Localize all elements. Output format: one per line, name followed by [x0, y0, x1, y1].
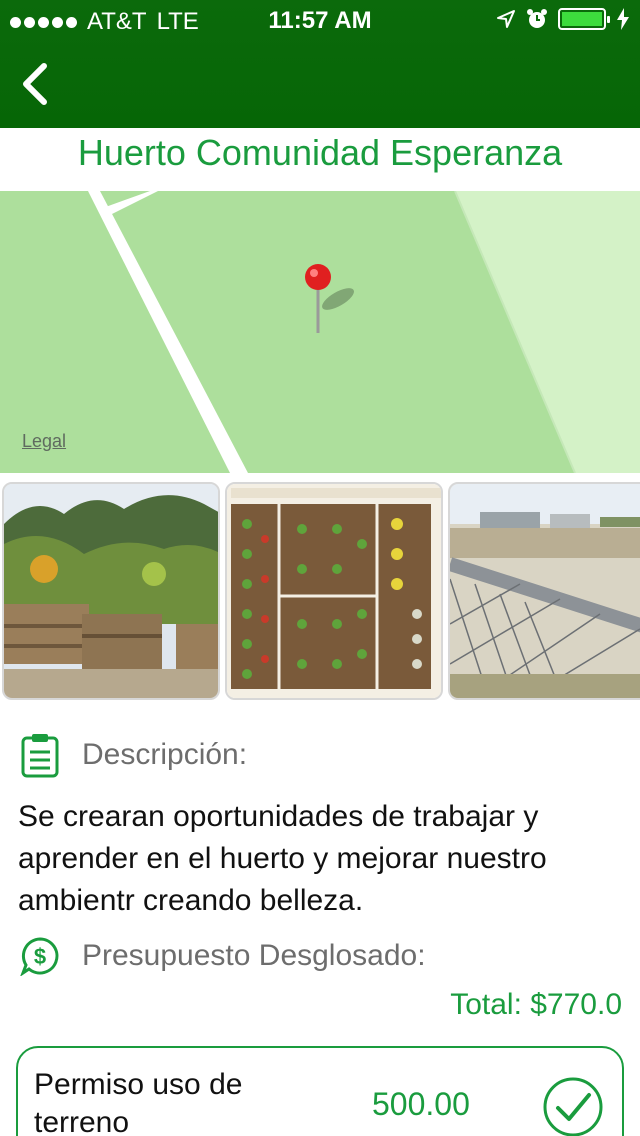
- check-circle-icon[interactable]: [542, 1076, 604, 1136]
- garden-beds-photo[interactable]: [2, 482, 220, 700]
- chevron-left-icon: [23, 63, 47, 105]
- location-arrow-icon: [497, 10, 515, 28]
- description-header: Descripción:: [20, 732, 247, 778]
- status-bar: AT&T LTE 11:57 AM: [0, 0, 640, 40]
- alarm-clock-icon: [527, 9, 547, 28]
- budget-header: $ Presupuesto Desglosado:: [20, 936, 426, 976]
- budget-label: Presupuesto Desglosado:: [82, 939, 426, 972]
- clipboard-icon: [21, 734, 59, 778]
- empty-lot-photo[interactable]: [448, 482, 640, 700]
- description-text: Se crearan oportunidades de trabajar y a…: [18, 800, 547, 917]
- svg-text:$: $: [34, 944, 46, 969]
- budget-item-name: Permiso uso de terreno: [34, 1068, 243, 1136]
- navigation-bar: AT&T LTE 11:57 AM: [0, 0, 640, 128]
- charging-bolt-icon: [617, 8, 629, 30]
- budget-item-card[interactable]: Permiso uso de terreno 500.00: [16, 1046, 624, 1136]
- photo-strip[interactable]: [0, 482, 640, 702]
- back-button[interactable]: [10, 56, 60, 112]
- location-map[interactable]: Legal: [0, 191, 640, 473]
- budget-total: Total: $770.0: [450, 988, 622, 1021]
- description-label: Descripción:: [82, 738, 248, 771]
- dollar-chat-icon: $: [20, 937, 59, 976]
- map-canvas: [0, 191, 640, 473]
- status-right: [496, 8, 630, 30]
- battery-icon: [558, 8, 610, 30]
- screen: AT&T LTE 11:57 AM Huerto Comunidad Esper…: [0, 0, 640, 1136]
- vegetable-plan-photo[interactable]: [225, 482, 443, 700]
- map-legal-link[interactable]: Legal: [22, 431, 66, 452]
- budget-item-amount: 500.00: [372, 1086, 470, 1122]
- page-title: Huerto Comunidad Esperanza: [77, 132, 563, 173]
